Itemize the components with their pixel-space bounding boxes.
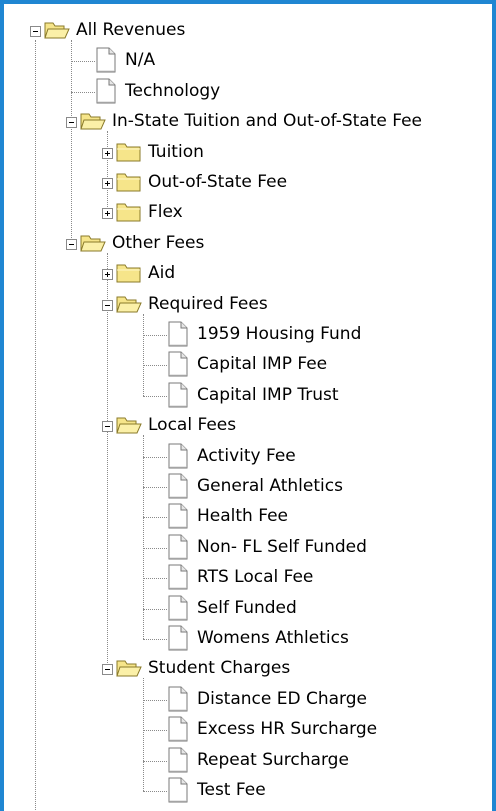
tree-guide-line [143, 313, 144, 396]
file-icon [95, 47, 117, 77]
minus-box-icon[interactable] [30, 26, 41, 37]
file-icon [167, 534, 189, 564]
tree-connector [143, 760, 167, 762]
tree-node-general-athletics[interactable]: General Athletics [197, 475, 343, 497]
file-icon [167, 686, 189, 716]
tree-node-health-fee[interactable]: Health Fee [197, 505, 288, 527]
tree-connector [143, 578, 167, 580]
tree-connector [143, 487, 167, 488]
tree-connector [71, 91, 95, 93]
tree-connector [143, 335, 167, 336]
tree-node-womens-athletics[interactable]: Womens Athletics [197, 627, 349, 649]
tree-node-technology[interactable]: Technology [125, 80, 220, 102]
folder-open-icon [116, 293, 142, 319]
tree-node-flex[interactable]: Flex [148, 201, 183, 223]
tree-node-test-fee[interactable]: Test Fee [197, 779, 266, 801]
file-icon [167, 716, 189, 746]
tree-guide-line [107, 131, 108, 214]
tree-node-other-fees[interactable]: Other Fees [112, 232, 204, 254]
tree-connector [143, 517, 167, 519]
folder-open-icon [80, 110, 106, 136]
plus-box-icon[interactable] [102, 269, 113, 281]
tree-guide-line [35, 40, 36, 811]
file-icon [167, 503, 189, 533]
tree-node-excess-hr-surcharge[interactable]: Excess HR Surcharge [197, 718, 377, 740]
file-icon [167, 351, 189, 381]
tree-connector [143, 639, 167, 640]
folder-open-icon [80, 232, 106, 258]
tree-connector [143, 547, 167, 549]
tree-node-1959-housing-fund[interactable]: 1959 Housing Fund [197, 323, 361, 345]
minus-box-icon[interactable] [66, 238, 77, 250]
tree-connector [143, 699, 167, 701]
plus-box-icon[interactable] [102, 147, 113, 159]
minus-box-icon[interactable] [66, 117, 77, 129]
tree-node-tuition[interactable]: Tuition [148, 141, 204, 163]
tree-node-repeat-surcharge[interactable]: Repeat Surcharge [197, 749, 349, 771]
file-icon [167, 595, 189, 625]
file-icon [167, 382, 189, 412]
tree-node-student-charges[interactable]: Student Charges [148, 657, 290, 679]
plus-box-icon[interactable] [102, 178, 113, 189]
plus-box-icon[interactable] [102, 208, 113, 220]
tree-node-n-a[interactable]: N/A [125, 49, 155, 71]
tree-guide-line [107, 252, 108, 670]
folder-icon [116, 141, 142, 167]
folder-icon [116, 171, 142, 197]
tree-node-required-fees[interactable]: Required Fees [148, 293, 268, 315]
file-icon [167, 564, 189, 594]
folder-icon [116, 262, 142, 288]
tree-node-non-fl-self-funded[interactable]: Non- FL Self Funded [197, 536, 367, 558]
file-icon [167, 443, 189, 473]
folder-open-icon [44, 19, 70, 45]
tree-node-activity-fee[interactable]: Activity Fee [197, 445, 296, 467]
folder-open-icon [116, 657, 142, 683]
file-icon [167, 747, 189, 777]
revenue-tree: All Revenues N/A Technology In-State Tuitio… [4, 4, 492, 811]
tree-node-aid[interactable]: Aid [148, 262, 175, 284]
tree-node-in-state-tuition-and-out-of-state-fee[interactable]: In-State Tuition and Out-of-State Fee [112, 110, 422, 132]
minus-box-icon[interactable] [102, 421, 113, 433]
tree-connector [143, 456, 167, 458]
minus-box-icon[interactable] [102, 664, 113, 676]
file-icon [167, 777, 189, 807]
tree-node-self-funded[interactable]: Self Funded [197, 597, 297, 619]
tree-connector [71, 61, 95, 63]
folder-icon [116, 201, 142, 227]
tree-connector [143, 608, 167, 610]
tree-node-local-fees[interactable]: Local Fees [148, 414, 236, 436]
file-icon [167, 321, 189, 351]
tree-node-all-revenues[interactable]: All Revenues [76, 19, 185, 41]
file-icon [167, 625, 189, 655]
tree-node-out-of-state-fee[interactable]: Out-of-State Fee [148, 171, 287, 193]
tree-connector [143, 730, 167, 732]
tree-panel: All Revenues N/A Technology In-State Tuitio… [0, 0, 496, 811]
tree-node-capital-imp-trust[interactable]: Capital IMP Trust [197, 384, 339, 406]
tree-guide-line [143, 678, 144, 791]
tree-guide-line [71, 40, 72, 244]
tree-connector [143, 365, 167, 367]
folder-open-icon [116, 414, 142, 440]
tree-node-rts-local-fee[interactable]: RTS Local Fee [197, 566, 313, 588]
file-icon [95, 78, 117, 108]
tree-node-capital-imp-fee[interactable]: Capital IMP Fee [197, 353, 327, 375]
file-icon [167, 473, 189, 503]
tree-node-distance-ed-charge[interactable]: Distance ED Charge [197, 688, 367, 710]
tree-connector [143, 395, 167, 397]
tree-connector [143, 791, 167, 792]
minus-box-icon[interactable] [102, 299, 113, 311]
